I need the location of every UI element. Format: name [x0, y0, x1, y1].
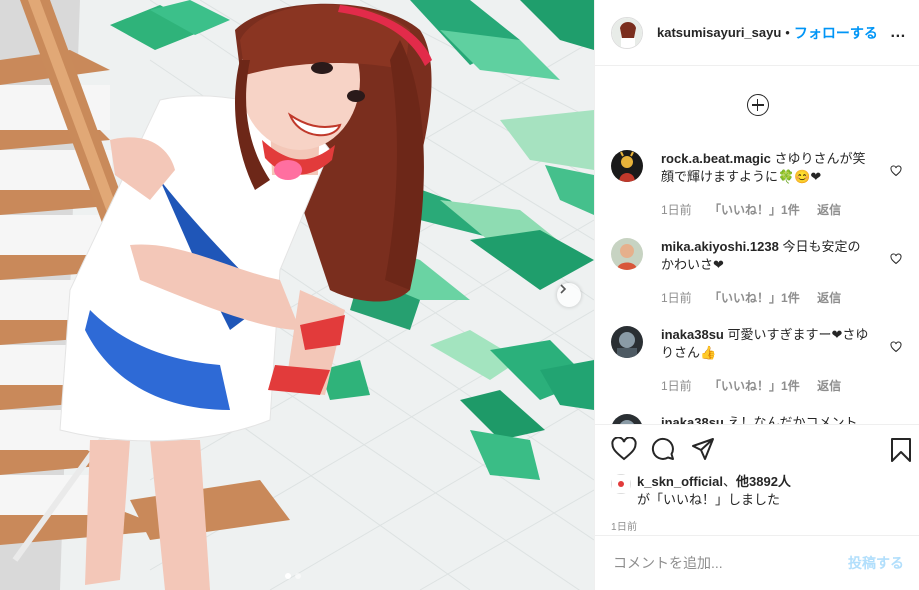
comment-text: え！なんだかコメント [727, 415, 858, 424]
follow-button[interactable]: フォローする [794, 23, 878, 43]
comment-body: mika.akiyoshi.1238 今日も安定のかわいさ❤ [661, 238, 871, 274]
post-sidebar: katsumisayuri_sayu • フォローする … rock.a.bea… [594, 0, 919, 590]
comment-likes[interactable]: 「いいね！」1件 [709, 203, 800, 217]
comment-likes[interactable]: 「いいね！」1件 [709, 291, 800, 305]
comment-like-heart-icon[interactable] [890, 165, 902, 177]
instagram-post-modal: katsumisayuri_sayu • フォローする … rock.a.bea… [0, 0, 919, 590]
reply-button[interactable]: 返信 [817, 379, 841, 393]
comment-item: inaka38su 可愛いすぎますー❤さゆりさん👍 1日前 「いいね！」1件 返… [595, 319, 919, 395]
comment-meta: 1日前 「いいね！」1件 返信 [661, 377, 855, 394]
comment-likes[interactable]: 「いいね！」1件 [709, 379, 800, 393]
post-actions-section: k_skn_official、他3892人 が「いいね！」しました 1日前 投稿… [595, 424, 919, 590]
next-photo-button[interactable] [557, 283, 581, 307]
comment-input[interactable] [611, 554, 848, 572]
reply-button[interactable]: 返信 [817, 203, 841, 217]
likes-suffix: が「いいね！」しました [637, 492, 781, 507]
comment-item: mika.akiyoshi.1238 今日も安定のかわいさ❤ 1日前 「いいね！… [595, 231, 919, 307]
post-header: katsumisayuri_sayu • フォローする … [595, 0, 919, 66]
action-bar [611, 437, 912, 463]
commenter-avatar[interactable] [611, 414, 643, 424]
save-bookmark-icon[interactable] [890, 437, 912, 463]
photo-illustration [0, 0, 594, 590]
comment-username[interactable]: inaka38su [661, 415, 724, 424]
load-more-comments [595, 67, 919, 143]
comment-bubble-icon[interactable] [651, 437, 675, 461]
comment-time[interactable]: 1日前 [661, 379, 692, 393]
comment-item: rock.a.beat.magic さゆりさんが笑顔で輝けますように🍀😊❤ 1日… [595, 143, 919, 219]
post-comment-button[interactable]: 投稿する [848, 553, 904, 573]
comments-list[interactable]: rock.a.beat.magic さゆりさんが笑顔で輝けますように🍀😊❤ 1日… [595, 67, 919, 424]
comment-username[interactable]: mika.akiyoshi.1238 [661, 239, 779, 254]
more-options-icon[interactable]: … [890, 24, 907, 42]
comment-time[interactable]: 1日前 [661, 291, 692, 305]
carousel-dot [295, 573, 301, 579]
liker-avatar[interactable] [611, 474, 631, 494]
comment-meta: 1日前 「いいね！」1件 返信 [661, 201, 855, 218]
comment-body: rock.a.beat.magic さゆりさんが笑顔で輝けますように🍀😊❤ [661, 150, 871, 186]
likes-joiner: 、 [723, 474, 737, 489]
commenter-avatar[interactable] [611, 326, 643, 358]
commenter-avatar[interactable] [611, 150, 643, 182]
comment-like-heart-icon[interactable] [890, 341, 902, 353]
carousel-dot-active [285, 573, 291, 579]
reply-button[interactable]: 返信 [817, 291, 841, 305]
load-more-comments-icon[interactable] [746, 94, 769, 116]
header-separator: • [785, 25, 790, 40]
comment-time[interactable]: 1日前 [661, 203, 692, 217]
comment-like-heart-icon[interactable] [890, 253, 902, 265]
add-comment-bar: 投稿する [595, 535, 919, 590]
comment-body: inaka38su え！なんだかコメント [661, 414, 871, 424]
comment-item: inaka38su え！なんだかコメント [595, 407, 919, 424]
post-photo[interactable] [0, 0, 594, 590]
likes-summary-text: k_skn_official、他3892人 が「いいね！」しました [637, 473, 791, 509]
comment-username[interactable]: rock.a.beat.magic [661, 151, 771, 166]
likes-summary: k_skn_official、他3892人 が「いいね！」しました [611, 473, 904, 509]
liker-username[interactable]: k_skn_official [637, 474, 723, 489]
author-avatar[interactable] [611, 16, 643, 49]
comment-meta: 1日前 「いいね！」1件 返信 [661, 289, 855, 306]
chevron-right-icon [560, 284, 567, 294]
post-timestamp[interactable]: 1日前 [611, 518, 637, 533]
like-heart-icon[interactable] [611, 437, 637, 461]
likes-others-link[interactable]: 他3892人 [736, 474, 791, 489]
author-username[interactable]: katsumisayuri_sayu [657, 25, 781, 40]
comment-body: inaka38su 可愛いすぎますー❤さゆりさん👍 [661, 326, 871, 362]
comment-username[interactable]: inaka38su [661, 327, 724, 342]
commenter-avatar[interactable] [611, 238, 643, 270]
carousel-indicator [285, 573, 301, 579]
share-paper-plane-icon[interactable] [691, 437, 715, 461]
